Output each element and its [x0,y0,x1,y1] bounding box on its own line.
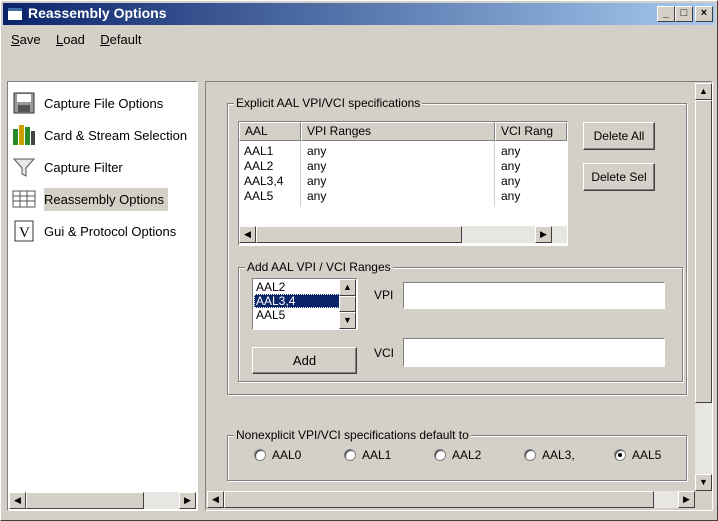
minimize-button[interactable]: _ [657,6,675,22]
radio-label: AAL0 [272,448,302,462]
delete-all-button[interactable]: Delete All [583,122,655,150]
table-cell-vpi[interactable]: any [307,144,326,159]
aal-option[interactable]: AAL2 [254,280,340,294]
table-cell-vci[interactable]: any [501,144,520,159]
content-horizontal-scrollbar[interactable]: ◀ ▶ [207,491,695,508]
radio-label: AAL1 [362,448,392,462]
add-button[interactable]: Add [252,347,357,374]
scroll-right-icon[interactable]: ▶ [535,226,552,243]
table-cell-aal[interactable]: AAL5 [244,189,273,204]
radio-circle-icon[interactable] [434,449,446,461]
table-horizontal-scrollbar[interactable]: ◀ ▶ [239,226,567,243]
menu-default[interactable]: Default [100,32,141,47]
vci-label: VCI [374,346,395,360]
network-card-icon [12,123,38,147]
scroll-up-icon[interactable]: ▲ [695,83,712,100]
aal-type-listbox[interactable]: AAL2 AAL3,4 AAL5 ▲ ▼ [252,278,358,330]
close-button[interactable]: × [695,6,713,22]
radio-circle-icon[interactable] [344,449,356,461]
column-divider [300,141,301,207]
nav-item-card-stream-selection[interactable]: Card & Stream Selection [12,120,191,150]
scroll-right-icon[interactable]: ▶ [678,491,695,508]
nav-item-capture-filter[interactable]: Capture Filter [12,152,127,182]
scroll-down-icon[interactable]: ▼ [339,312,356,329]
nav-item-label: Reassembly Options [44,187,168,211]
floppy-disk-icon [12,91,38,115]
v-document-icon: V [12,219,38,243]
explicit-specs-group-title: Explicit AAL VPI/VCI specifications [234,96,423,110]
maximize-button[interactable]: □ [675,6,693,22]
table-cell-vci[interactable]: any [501,189,520,204]
nonexplicit-defaults-group: Nonexplicit VPI/VCI specifications defau… [227,428,687,481]
column-divider [494,141,495,207]
radio-label: AAL2 [452,448,482,462]
nonexplicit-group-title: Nonexplicit VPI/VCI specifications defau… [234,428,471,442]
reassembly-grid-icon [12,187,38,211]
column-header-aal[interactable]: AAL [239,122,301,141]
aal-option-selected[interactable]: AAL3,4 [254,294,340,308]
table-cell-aal[interactable]: AAL3,4 [244,174,283,189]
delete-sel-button[interactable]: Delete Sel [583,163,655,191]
nav-horizontal-scrollbar[interactable]: ◀ ▶ [9,492,196,509]
scroll-right-icon[interactable]: ▶ [179,492,196,509]
radio-circle-icon[interactable] [524,449,536,461]
scroll-thumb[interactable] [256,226,462,243]
column-header-vci-ranges[interactable]: VCI Rang [495,122,567,141]
radio-aal2[interactable]: AAL2 [434,448,481,462]
nav-item-gui-protocol-options[interactable]: V Gui & Protocol Options [12,216,180,246]
column-header-vpi-ranges[interactable]: VPI Ranges [301,122,495,141]
scroll-thumb[interactable] [26,492,144,509]
radio-aal1[interactable]: AAL1 [344,448,391,462]
table-cell-vci[interactable]: any [501,159,520,174]
vpi-label: VPI [374,288,394,302]
scroll-thumb[interactable] [224,491,654,508]
table-cell-aal[interactable]: AAL2 [244,159,273,174]
table-cell-aal[interactable]: AAL1 [244,144,273,159]
radio-aal0[interactable]: AAL0 [254,448,301,462]
scroll-down-icon[interactable]: ▼ [695,474,712,491]
nav-item-label: Gui & Protocol Options [44,223,177,239]
window-title: Reassembly Options [28,5,167,21]
add-ranges-group-title: Add AAL VPI / VCI Ranges [245,260,393,274]
filter-funnel-icon [12,155,38,179]
menu-save[interactable]: Save [11,32,41,47]
radio-aal34[interactable]: AAL3, [524,448,575,462]
aal-list-scrollbar[interactable]: ▲ ▼ [339,279,356,329]
radio-label: AAL3, [542,448,575,462]
nav-item-label: Capture Filter [44,159,123,175]
reassembly-options-window: Reassembly Options _ □ × Save Load Defau… [0,0,718,521]
content-vertical-scrollbar[interactable]: ▲ ▼ [695,83,712,491]
table-cell-vci[interactable]: any [501,174,520,189]
add-ranges-group: Add AAL VPI / VCI Ranges AAL2 AAL3,4 AAL… [238,260,683,382]
scroll-left-icon[interactable]: ◀ [239,226,256,243]
nav-item-capture-file-options[interactable]: Capture File Options [12,88,167,118]
nav-item-label: Card & Stream Selection [44,127,188,143]
radio-circle-checked-icon[interactable] [614,449,626,461]
explicit-specs-group: Explicit AAL VPI/VCI specifications AAL … [227,96,687,395]
title-bar[interactable]: Reassembly Options _ □ × [3,3,715,25]
menu-bar: Save Load Default [5,32,147,52]
menu-load[interactable]: Load [56,32,85,47]
table-cell-vpi[interactable]: any [307,189,326,204]
radio-circle-icon[interactable] [254,449,266,461]
aal-option[interactable]: AAL5 [254,308,340,322]
vpi-field[interactable] [403,282,665,309]
radio-aal5[interactable]: AAL5 [614,448,661,462]
window-app-icon [7,7,23,21]
options-content-panel: Explicit AAL VPI/VCI specifications AAL … [205,81,713,511]
table-cell-vpi[interactable]: any [307,159,326,174]
options-nav-panel: Capture File Options Card & Stream Selec… [7,81,198,511]
radio-label: AAL5 [632,448,662,462]
scroll-thumb[interactable] [695,100,712,403]
nav-item-reassembly-options[interactable]: Reassembly Options [12,184,168,214]
scroll-left-icon[interactable]: ◀ [207,491,224,508]
scroll-left-icon[interactable]: ◀ [9,492,26,509]
nav-item-label: Capture File Options [44,95,164,111]
scroll-thumb[interactable] [339,296,356,312]
table-cell-vpi[interactable]: any [307,174,326,189]
scroll-up-icon[interactable]: ▲ [339,279,356,296]
aal-spec-table: AAL VPI Ranges VCI Rang AAL1 any any AAL… [238,121,568,246]
vci-field[interactable] [403,338,665,367]
svg-text:V: V [19,225,30,241]
